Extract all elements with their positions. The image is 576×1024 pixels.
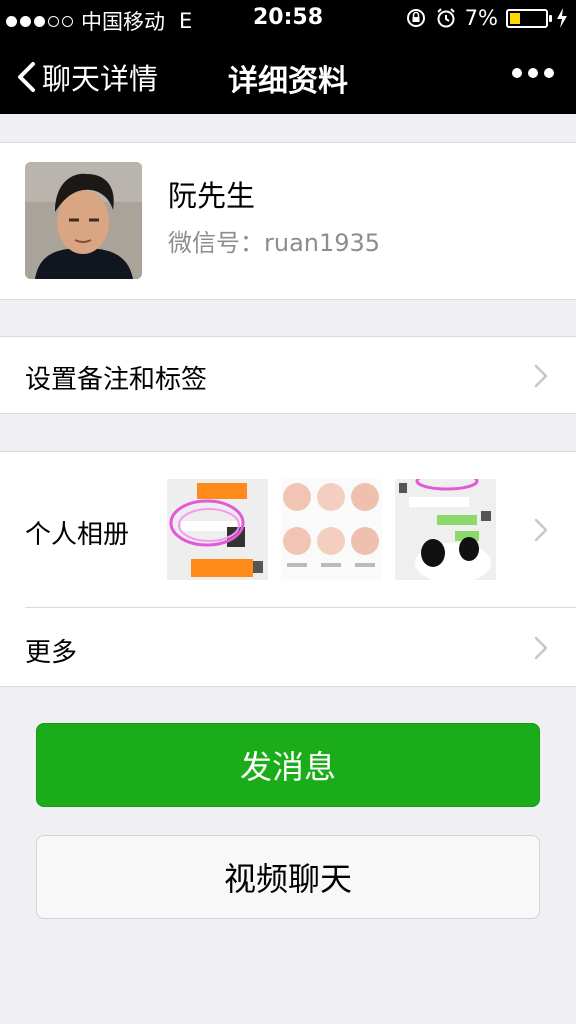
set-remark-tags-row[interactable]: 设置备注和标签	[0, 336, 576, 414]
charging-bolt-icon	[557, 8, 567, 28]
profile-name: 阮先生	[168, 179, 256, 213]
more-dots-icon[interactable]	[512, 68, 554, 78]
more-row[interactable]: 更多	[0, 608, 576, 687]
album-thumbnail[interactable]	[395, 479, 496, 580]
set-remark-tags-label: 设置备注和标签	[25, 365, 208, 395]
battery-percent: 7%	[464, 6, 498, 30]
personal-album-label: 个人相册	[25, 520, 130, 550]
wechat-id-value: ruan1935	[264, 229, 381, 257]
avatar[interactable]	[25, 162, 142, 279]
status-right: 7%	[405, 6, 568, 30]
alarm-icon	[436, 8, 455, 28]
chevron-right-icon	[534, 364, 548, 388]
chevron-right-icon	[534, 518, 548, 542]
nav-bar: 聊天详情 详细资料	[0, 38, 576, 114]
album-thumbnail[interactable]	[281, 479, 382, 580]
status-bar: 中国移动 E 20:58 7%	[0, 0, 576, 38]
album-thumbnails	[167, 479, 496, 580]
send-message-button[interactable]: 发消息	[36, 723, 540, 807]
album-thumbnail[interactable]	[167, 479, 268, 580]
battery-icon	[506, 8, 552, 28]
chevron-right-icon	[534, 636, 548, 660]
profile-card: 阮先生 微信号：ruan1935	[0, 142, 576, 300]
album-more-group: 个人相册 更多	[0, 451, 576, 687]
video-chat-button[interactable]: 视频聊天	[36, 835, 540, 919]
more-label: 更多	[25, 638, 78, 668]
page-title: 详细资料	[228, 64, 348, 99]
personal-album-row[interactable]: 个人相册	[0, 452, 576, 608]
rotation-lock-icon	[406, 9, 425, 27]
wechat-id-row: 微信号：ruan1935	[168, 223, 380, 258]
wechat-id-label: 微信号：	[168, 229, 264, 257]
